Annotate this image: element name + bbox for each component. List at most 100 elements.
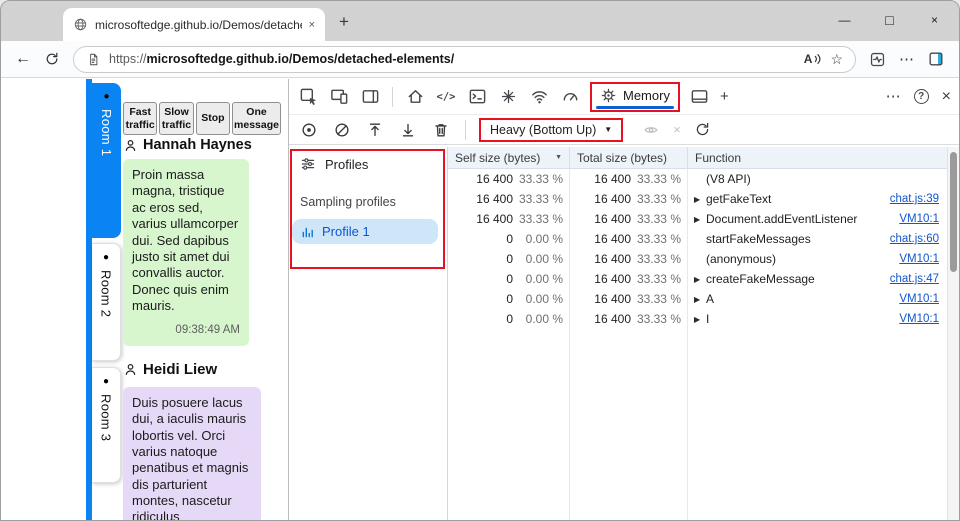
table-row[interactable]: 0 0.00 % 16 400 33.33 % startFakeMessages … bbox=[448, 229, 947, 249]
chat-message-bubble: Proin massa magna, tristique ac eros sed… bbox=[123, 159, 249, 346]
browser-window: microsoftedge.github.io/Demos/detached-e… bbox=[0, 0, 960, 521]
inspect-element-icon[interactable] bbox=[297, 86, 319, 108]
function-cell: ▶ I VM10:1 bbox=[688, 309, 947, 329]
dock-panel-icon[interactable] bbox=[689, 86, 711, 108]
close-window-button[interactable]: × bbox=[912, 1, 957, 39]
new-tab-button[interactable]: + bbox=[339, 13, 349, 30]
more-options-button[interactable]: ⋯ bbox=[886, 89, 901, 104]
expand-arrow-icon[interactable]: ▶ bbox=[694, 315, 706, 324]
function-name: (anonymous) bbox=[706, 252, 777, 266]
profile-item[interactable]: Profile 1 bbox=[292, 219, 438, 244]
table-row[interactable]: 16 400 33.33 % 16 400 33.33 % ▶ Document.a… bbox=[448, 209, 947, 229]
scrollbar[interactable] bbox=[947, 147, 959, 520]
source-link[interactable]: VM10:1 bbox=[899, 313, 939, 325]
source-link[interactable]: VM10:1 bbox=[899, 213, 939, 225]
function-name: A bbox=[706, 292, 715, 306]
elements-icon[interactable]: </> bbox=[435, 86, 457, 108]
dock-side-icon[interactable] bbox=[359, 86, 381, 108]
delete-profile-button[interactable] bbox=[430, 119, 452, 141]
expand-arrow-icon[interactable]: ▶ bbox=[694, 275, 706, 284]
annotation-box-memory: Memory bbox=[590, 81, 680, 112]
clear-profiles-button[interactable] bbox=[331, 119, 353, 141]
network-icon[interactable] bbox=[528, 86, 550, 108]
source-link[interactable]: chat.js:47 bbox=[890, 273, 939, 285]
source-link[interactable]: chat.js:60 bbox=[890, 233, 939, 245]
table-row[interactable]: 16 400 33.33 % 16 400 33.33 % ▶ getFakeTex… bbox=[448, 189, 947, 209]
function-name: getFakeText bbox=[706, 192, 772, 206]
scrollbar-thumb[interactable] bbox=[950, 152, 957, 272]
total-size-cell: 16 400 33.33 % bbox=[594, 192, 681, 206]
profile-view-dropdown[interactable]: Heavy (Bottom Up) bbox=[490, 123, 596, 137]
expand-arrow-icon[interactable]: ▶ bbox=[694, 295, 706, 304]
device-emulation-icon[interactable] bbox=[328, 86, 350, 108]
back-button[interactable]: ← bbox=[15, 50, 31, 68]
url-text: https://microsoftedge.github.io/Demos/de… bbox=[109, 52, 455, 66]
column-header-total-size[interactable]: Total size (bytes) bbox=[570, 147, 688, 168]
minimize-button[interactable]: — bbox=[822, 1, 867, 39]
table-row[interactable]: 0 0.00 % 16 400 33.33 % ▶ createFakeMessag… bbox=[448, 269, 947, 289]
page-info-icon[interactable] bbox=[86, 52, 101, 67]
favorites-star-button[interactable]: ☆ bbox=[830, 51, 843, 68]
fast-traffic-button[interactable]: Fast traffic bbox=[123, 102, 158, 135]
room-tab-3[interactable]: ● Room 3 bbox=[92, 367, 121, 483]
column-header-function[interactable]: Function bbox=[688, 147, 947, 168]
sort-caret-icon: ▼ bbox=[555, 154, 562, 161]
tab-strip: microsoftedge.github.io/Demos/detached-e… bbox=[1, 1, 959, 41]
function-cell: ▶ createFakeMessage chat.js:47 bbox=[688, 269, 947, 289]
sampling-profiles-label: Sampling profiles bbox=[300, 195, 396, 209]
slow-traffic-button[interactable]: Slow traffic bbox=[159, 102, 194, 135]
add-tool-button[interactable]: + bbox=[720, 89, 729, 104]
help-button[interactable]: ? bbox=[913, 89, 929, 104]
browser-tab[interactable]: microsoftedge.github.io/Demos/detached-e… bbox=[63, 8, 325, 41]
refresh-profile-button[interactable] bbox=[692, 119, 714, 141]
welcome-home-icon[interactable] bbox=[404, 86, 426, 108]
room-tab-1[interactable]: ● Room 1 bbox=[92, 83, 121, 238]
record-profile-button[interactable] bbox=[298, 119, 320, 141]
performance-icon[interactable] bbox=[559, 86, 581, 108]
function-cell: startFakeMessages chat.js:60 bbox=[688, 229, 947, 249]
room-tab-label: Room 2 bbox=[98, 270, 114, 318]
column-header-self-size[interactable]: Self size (bytes) ▼ bbox=[448, 147, 570, 168]
console-icon[interactable] bbox=[466, 86, 488, 108]
copilot-sidebar-button[interactable] bbox=[927, 50, 945, 68]
read-aloud-button[interactable]: A bbox=[804, 52, 823, 66]
address-bar[interactable]: https://microsoftedge.github.io/Demos/de… bbox=[73, 45, 856, 73]
source-link[interactable]: VM10:1 bbox=[899, 253, 939, 265]
toolbar-separator bbox=[392, 86, 393, 107]
function-name: createFakeMessage bbox=[706, 272, 815, 286]
traffic-controls: Fast traffic Slow traffic Stop One messa… bbox=[123, 102, 281, 135]
tab-close-button[interactable]: × bbox=[309, 19, 315, 31]
table-row[interactable]: 0 0.00 % 16 400 33.33 % ▶ A VM10:1 bbox=[448, 289, 947, 309]
source-link[interactable]: chat.js:39 bbox=[890, 193, 939, 205]
profiles-section-header[interactable]: Profiles bbox=[289, 147, 447, 181]
load-profile-button[interactable] bbox=[364, 119, 386, 141]
tune-sliders-icon bbox=[301, 158, 315, 170]
profile-chart-icon bbox=[302, 227, 313, 237]
source-link[interactable]: VM10:1 bbox=[899, 293, 939, 305]
message-timestamp: 09:38:49 AM bbox=[175, 324, 240, 337]
total-size-cell: 16 400 33.33 % bbox=[594, 232, 681, 246]
expand-arrow-icon[interactable]: ▶ bbox=[694, 215, 706, 224]
page-content: ● Room 1 ● Room 2 ● Room 3 Fast traffic … bbox=[1, 79, 288, 520]
function-cell: (anonymous) VM10:1 bbox=[688, 249, 947, 269]
save-profile-button[interactable] bbox=[397, 119, 419, 141]
chevron-down-icon: ▼ bbox=[604, 125, 613, 134]
function-cell: (V8 API) bbox=[688, 169, 947, 189]
stop-button[interactable]: Stop bbox=[195, 102, 231, 135]
close-devtools-button[interactable]: × bbox=[942, 88, 951, 105]
issues-icon[interactable] bbox=[497, 86, 519, 108]
one-message-button[interactable]: One message bbox=[232, 102, 281, 135]
profiles-label: Profiles bbox=[325, 156, 369, 172]
browser-essentials-button[interactable] bbox=[869, 51, 886, 68]
self-size-cell: 16 400 33.33 % bbox=[476, 172, 563, 186]
expand-arrow-icon[interactable]: ▶ bbox=[694, 195, 706, 204]
tab-memory[interactable]: Memory bbox=[600, 87, 670, 104]
self-size-cell: 0 0.00 % bbox=[506, 232, 563, 246]
settings-more-button[interactable]: ⋯ bbox=[899, 52, 914, 67]
room-tab-2[interactable]: ● Room 2 bbox=[92, 243, 121, 361]
table-row[interactable]: 16 400 33.33 % 16 400 33.33 % (V8 API) bbox=[448, 169, 947, 189]
maximize-button[interactable]: □ bbox=[867, 1, 912, 39]
table-row[interactable]: 0 0.00 % 16 400 33.33 % (anonymous) VM10:1 bbox=[448, 249, 947, 269]
table-row[interactable]: 0 0.00 % 16 400 33.33 % ▶ I VM10:1 bbox=[448, 309, 947, 329]
refresh-button[interactable] bbox=[44, 51, 60, 67]
